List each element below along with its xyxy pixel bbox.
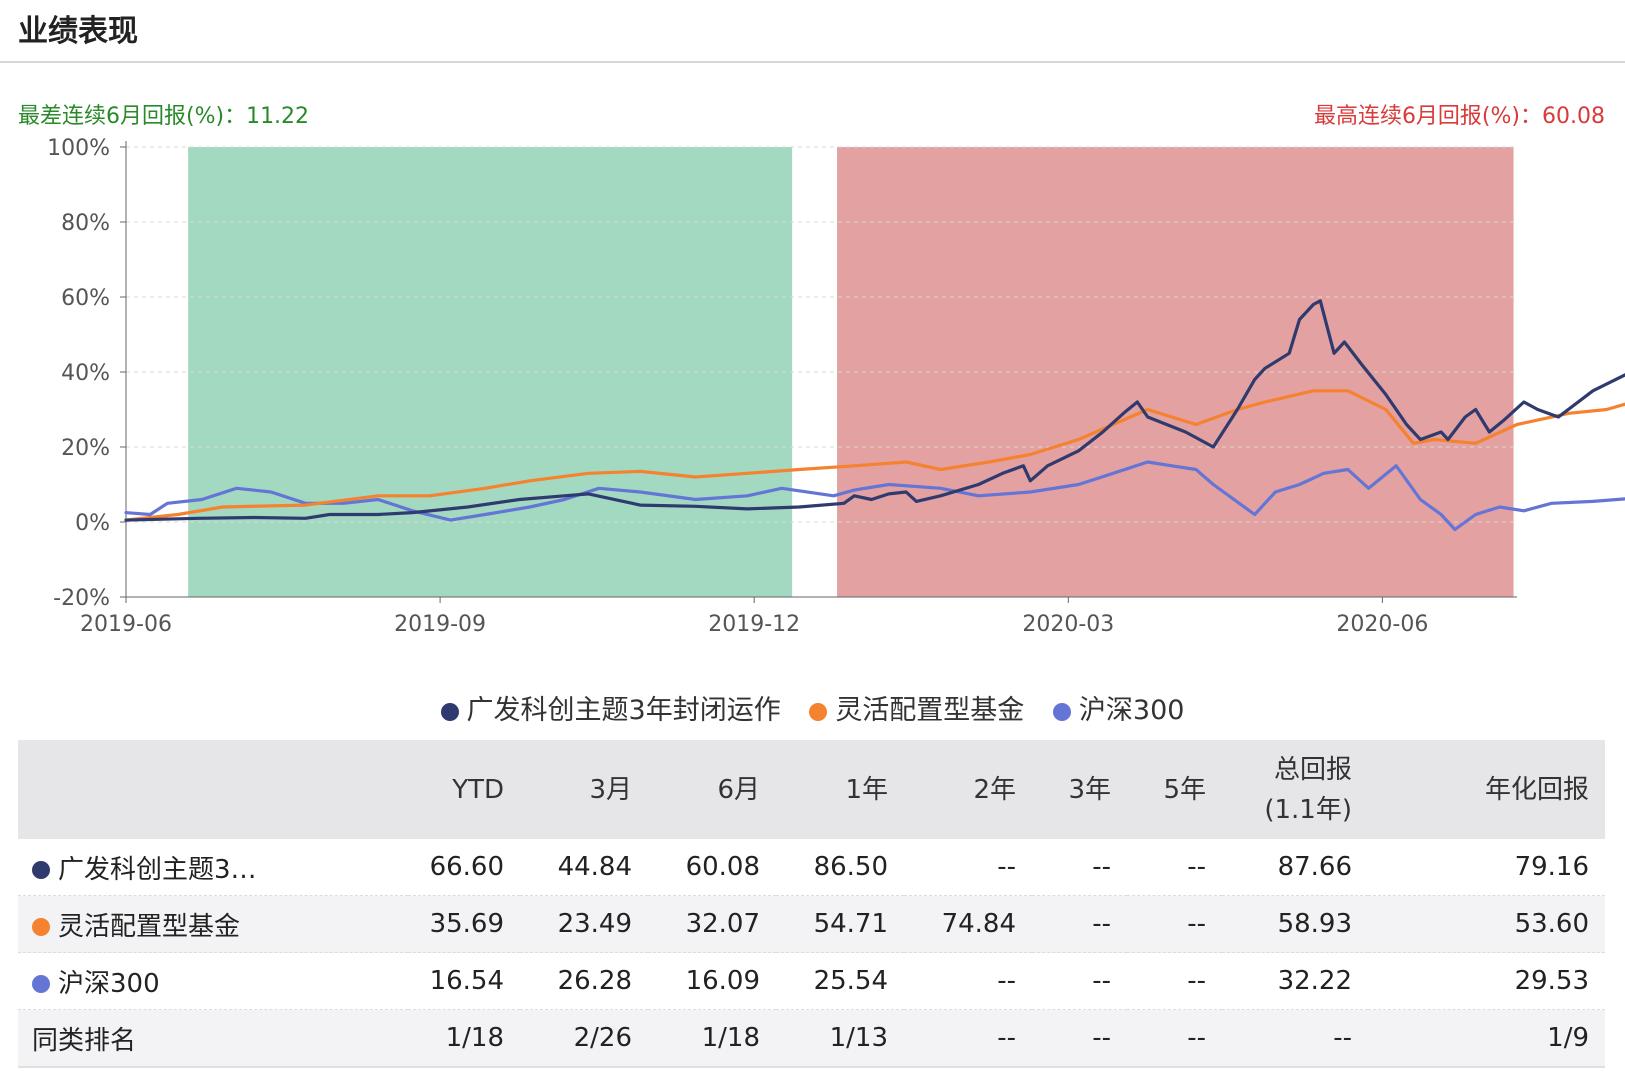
col-header-2y: 2年 xyxy=(904,740,1032,839)
cell-6m: 60.08 xyxy=(648,839,776,896)
row-name: 广发科创主题3… xyxy=(18,839,408,896)
cell-total: -- xyxy=(1222,1009,1368,1068)
row-color-dot xyxy=(32,861,50,879)
table-row: 广发科创主题3… 66.60 44.84 60.08 86.50 -- -- -- 87.66 7… xyxy=(18,839,1605,896)
col-header-3y: 3年 xyxy=(1032,740,1127,839)
y-tick-label: 80% xyxy=(61,211,110,236)
col-header-6m: 6月 xyxy=(648,740,776,839)
cell-3y: -- xyxy=(1032,895,1127,953)
col-header-1y: 1年 xyxy=(776,740,904,839)
chart-legend: 广发科创主题3年封闭运作 灵活配置型基金 沪深300 xyxy=(0,688,1625,727)
cell-1y: 54.71 xyxy=(776,895,904,953)
row-name-label: 灵活配置型基金 xyxy=(58,911,241,942)
cell-annualized: 29.53 xyxy=(1368,952,1605,1010)
cell-2y: -- xyxy=(904,1009,1032,1068)
worst-6m-return: 最差连续6月回报(%)：11.22 xyxy=(18,104,310,129)
row-name-label: 广发科创主题3… xyxy=(58,854,257,885)
cell-annualized: 53.60 xyxy=(1368,895,1605,953)
table-row: 同类排名 1/18 2/26 1/18 1/13 -- -- -- -- 1/9 xyxy=(18,1009,1605,1068)
row-name: 同类排名 xyxy=(18,1009,408,1068)
legend-dot-category xyxy=(809,702,828,721)
row-color-dot xyxy=(32,975,50,993)
cell-annualized: 79.16 xyxy=(1368,839,1605,896)
cell-ytd: 66.60 xyxy=(408,839,520,896)
cell-3m: 23.49 xyxy=(520,895,648,953)
x-tick-label: 2019-06 xyxy=(80,612,172,637)
row-name: 灵活配置型基金 xyxy=(18,895,408,953)
legend-label-category: 灵活配置型基金 xyxy=(835,695,1025,726)
table-header-row: YTD 3月 6月 1年 2年 3年 5年 总回报 (1.1年) 年化回报 xyxy=(18,740,1605,839)
x-tick-label: 2019-12 xyxy=(708,612,800,637)
y-tick-label: 100% xyxy=(47,136,110,161)
cell-3m: 26.28 xyxy=(520,952,648,1010)
cell-6m: 32.07 xyxy=(648,895,776,953)
best-6m-return: 最高连续6月回报(%)：60.08 xyxy=(1313,104,1605,129)
cell-ytd: 35.69 xyxy=(408,895,520,953)
legend-label-index: 沪深300 xyxy=(1078,695,1185,726)
legend-dot-index xyxy=(1052,702,1071,721)
cell-2y: -- xyxy=(904,952,1032,1010)
cell-3y: -- xyxy=(1032,952,1127,1010)
cell-3y: -- xyxy=(1032,839,1127,896)
title-divider xyxy=(0,61,1625,63)
cell-ytd: 16.54 xyxy=(408,952,520,1010)
cell-annualized: 1/9 xyxy=(1368,1009,1605,1068)
cell-total: 32.22 xyxy=(1222,952,1368,1010)
table-row: 灵活配置型基金 35.69 23.49 32.07 54.71 74.84 -- -- 58.9… xyxy=(18,895,1605,953)
cell-5y: -- xyxy=(1127,839,1222,896)
cell-total: 87.66 xyxy=(1222,839,1368,896)
legend-label-fund: 广发科创主题3年封闭运作 xyxy=(466,695,781,726)
cell-ytd: 1/18 xyxy=(408,1009,520,1068)
performance-chart: 100% 80% 60% 40% 20% 0% -20%2019-06 2019-09 2019… xyxy=(47,136,1625,637)
cell-5y: -- xyxy=(1127,952,1222,1010)
col-header-ytd: YTD xyxy=(408,740,520,839)
row-color-dot xyxy=(32,918,50,936)
y-tick-label: 40% xyxy=(61,361,110,386)
col-header-annualized: 年化回报 xyxy=(1368,740,1605,839)
y-tick-label: -20% xyxy=(53,586,110,611)
cell-3m: 2/26 xyxy=(520,1009,648,1068)
col-header-total-label: 总回报 xyxy=(1273,754,1352,785)
legend-dot-fund xyxy=(440,702,459,721)
cell-2y: 74.84 xyxy=(904,895,1032,953)
legend-item-index[interactable]: 沪深300 xyxy=(1052,688,1185,727)
x-tick-label: 2020-03 xyxy=(1022,612,1114,637)
col-header-name xyxy=(18,740,408,839)
cell-2y: -- xyxy=(904,839,1032,896)
x-tick-label: 2019-09 xyxy=(394,612,486,637)
cell-5y: -- xyxy=(1127,1009,1222,1068)
col-header-total: 总回报 (1.1年) xyxy=(1222,740,1368,839)
x-tick-label: 2020-06 xyxy=(1336,612,1428,637)
y-tick-label: 60% xyxy=(61,286,110,311)
row-name: 沪深300 xyxy=(18,952,408,1010)
col-header-total-period: (1.1年) xyxy=(1264,794,1352,825)
cell-5y: -- xyxy=(1127,895,1222,953)
cell-3y: -- xyxy=(1032,1009,1127,1068)
cell-6m: 1/18 xyxy=(648,1009,776,1068)
cell-3m: 44.84 xyxy=(520,839,648,896)
legend-item-category[interactable]: 灵活配置型基金 xyxy=(809,688,1024,727)
y-tick-label: 0% xyxy=(75,511,110,536)
table-row: 沪深300 16.54 26.28 16.09 25.54 -- -- -- 32.22 29.5… xyxy=(18,952,1605,1010)
row-name-label: 沪深300 xyxy=(58,968,160,999)
row-name-label: 同类排名 xyxy=(32,1025,137,1056)
cell-1y: 1/13 xyxy=(776,1009,904,1068)
legend-item-fund[interactable]: 广发科创主题3年封闭运作 xyxy=(440,688,781,727)
col-header-3m: 3月 xyxy=(520,740,648,839)
cell-6m: 16.09 xyxy=(648,952,776,1010)
cell-total: 58.93 xyxy=(1222,895,1368,953)
section-title: 业绩表现 xyxy=(18,14,138,49)
performance-table: YTD 3月 6月 1年 2年 3年 5年 总回报 (1.1年) 年化回报 广发科… xyxy=(18,740,1605,1068)
col-header-5y: 5年 xyxy=(1127,740,1222,839)
cell-1y: 25.54 xyxy=(776,952,904,1010)
cell-1y: 86.50 xyxy=(776,839,904,896)
y-tick-label: 20% xyxy=(61,436,110,461)
